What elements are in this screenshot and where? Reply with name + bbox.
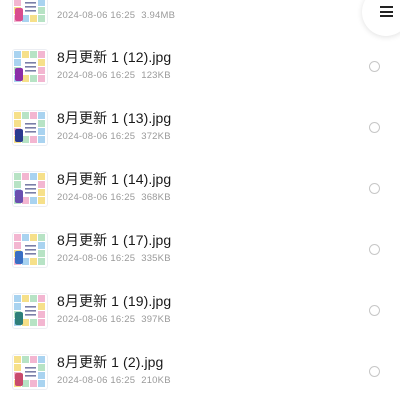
select-radio[interactable] [369,122,380,133]
file-thumbnail [13,0,47,24]
file-size: 3.94MB [141,10,176,21]
file-row[interactable]: 8月更新 1 (19).jpg 2024-08-06 16:25 397KB [0,288,400,338]
file-thumbnail [13,111,47,145]
file-name: 8月更新 1 (14).jpg [57,171,172,187]
thumbnail-collage [14,295,45,326]
file-row[interactable]: 8月更新 1 (2).jpg 2024-08-06 16:25 210KB [0,349,400,399]
file-date: 2024-08-06 16:25 [57,314,136,325]
file-size: 372KB [141,131,171,142]
file-meta: 2024-08-06 16:25 368KB [57,192,171,203]
file-name: 8月更新 1 (12).jpg [57,49,172,65]
file-date: 2024-08-06 16:25 [57,10,136,21]
menu-icon [380,6,393,20]
file-size: 397KB [141,314,171,325]
file-name: 8月更新 1 (19).jpg [57,293,172,309]
file-name: 8月更新 1 (13).jpg [57,110,172,126]
file-date: 2024-08-06 16:25 [57,253,136,264]
file-date: 2024-08-06 16:25 [57,70,136,81]
file-meta: 2024-08-06 16:25 335KB [57,253,171,264]
file-size: 335KB [141,253,171,264]
file-row[interactable]: 8月更新 1 (13).jpg 2024-08-06 16:25 372KB [0,105,400,155]
thumbnail-collage [14,112,45,143]
file-name: 8月更新 1 (2).jpg [57,354,164,370]
file-row[interactable]: 8月更新 1 (12).jpg 2024-08-06 16:25 123KB [0,44,400,94]
file-row[interactable]: 8月更新 1 (17).jpg 2024-08-06 16:25 335KB [0,227,400,277]
file-meta: 2024-08-06 16:25 3.94MB [57,10,175,21]
file-thumbnail [13,294,47,328]
file-meta: 2024-08-06 16:25 210KB [57,375,171,386]
select-radio[interactable] [369,61,380,72]
file-thumbnail [13,172,47,206]
thumbnail-collage [14,234,45,265]
select-radio[interactable] [369,244,380,255]
file-thumbnail [13,355,47,389]
file-size: 210KB [141,375,171,386]
file-row[interactable]: 2024-08-06 16:25 3.94MB [0,0,400,34]
thumbnail-collage [14,173,45,204]
select-radio[interactable] [369,305,380,316]
select-radio[interactable] [369,183,380,194]
file-thumbnail [13,233,47,267]
file-list: 2024-08-06 16:25 3.94MB 8月更新 1 (12).jpg 2… [0,0,400,400]
file-meta: 2024-08-06 16:25 123KB [57,70,171,81]
thumbnail-collage [14,356,45,387]
file-thumbnail [13,50,47,84]
file-size: 368KB [141,192,171,203]
file-name: 8月更新 1 (17).jpg [57,232,172,248]
file-meta: 2024-08-06 16:25 372KB [57,131,171,142]
select-radio[interactable] [369,366,380,377]
file-size: 123KB [141,70,171,81]
file-meta: 2024-08-06 16:25 397KB [57,314,171,325]
file-date: 2024-08-06 16:25 [57,131,136,142]
thumbnail-collage [14,51,45,82]
file-date: 2024-08-06 16:25 [57,192,136,203]
file-row[interactable]: 8月更新 1 (14).jpg 2024-08-06 16:25 368KB [0,166,400,216]
file-date: 2024-08-06 16:25 [57,375,136,386]
thumbnail-collage [14,0,45,22]
